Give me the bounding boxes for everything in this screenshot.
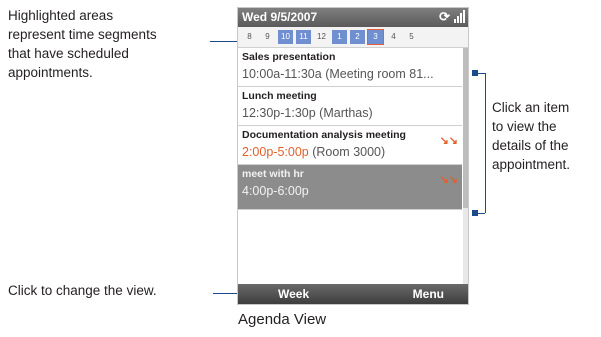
scrollbar[interactable]: [463, 48, 468, 286]
signal-icon: [454, 10, 465, 23]
timeline-hour: 9: [265, 32, 270, 41]
appointment-subject: Lunch meeting: [242, 90, 317, 102]
timeline-hour-busy: 11: [296, 30, 311, 44]
leader-dot-items-top: [472, 70, 478, 76]
appointment-time: 10:00a-11:30a (Meeting room 81...: [242, 67, 434, 81]
callout-highlighted-areas: Highlighted areas represent time segment…: [8, 8, 157, 80]
timeline-hour: 12: [317, 32, 326, 41]
menu-softkey[interactable]: Menu: [413, 287, 444, 301]
status-date: Wed 9/5/2007: [242, 10, 318, 24]
appointment-subject: meet with hr: [242, 168, 304, 180]
timeline-hour-current: 3: [367, 29, 384, 45]
appointment-time: 2:00p-5:00p (Room 3000): [242, 145, 386, 159]
appointment-item-meet-with-hr[interactable]: meet with hr 4:00p-6:00p ↘↘: [238, 165, 462, 210]
timeline-hour-busy: 1: [332, 30, 347, 44]
softkey-bar: Week Menu: [238, 284, 468, 304]
timeline-hour-busy: 10: [278, 30, 293, 44]
conflict-icon: ↘↘: [439, 174, 458, 186]
timeline-hour: 4: [391, 32, 396, 41]
leader-line-items-vertical: [485, 73, 486, 213]
timeline-hour: 8: [247, 32, 252, 41]
sync-icon: ⟳: [439, 9, 450, 24]
figure-caption: Agenda View: [238, 311, 327, 328]
week-softkey[interactable]: Week: [278, 287, 309, 301]
callout-change-view: Click to change the view.: [8, 283, 157, 298]
appointment-time: 4:00p-6:00p: [242, 184, 309, 198]
appointment-item-lunch-meeting[interactable]: Lunch meeting 12:30p-1:30p (Marthas): [238, 87, 462, 126]
timeline-hour-busy: 2: [350, 30, 365, 44]
phone-screen: Wed 9/5/2007 ⟳ 8 9 10 11 12 1 2 3 4 5 Sa…: [238, 8, 468, 304]
appointment-item-documentation-meeting[interactable]: Documentation analysis meeting 2:00p-5:0…: [238, 126, 462, 165]
scrollbar-thumb[interactable]: [463, 48, 468, 208]
appointment-item-sales-presentation[interactable]: Sales presentation 10:00a-11:30a (Meetin…: [238, 48, 462, 87]
timeline-hour: 5: [409, 32, 414, 41]
leader-dot-items-bottom: [472, 210, 478, 216]
status-bar: Wed 9/5/2007 ⟳: [238, 8, 468, 27]
appointment-time: 12:30p-1:30p (Marthas): [242, 106, 373, 120]
conflict-icon: ↘↘: [439, 135, 458, 147]
appointment-subject: Documentation analysis meeting: [242, 129, 406, 141]
day-timeline[interactable]: 8 9 10 11 12 1 2 3 4 5: [238, 27, 468, 48]
callout-click-item: Click an item to view the details of the…: [492, 100, 571, 172]
appointment-subject: Sales presentation: [242, 51, 336, 63]
